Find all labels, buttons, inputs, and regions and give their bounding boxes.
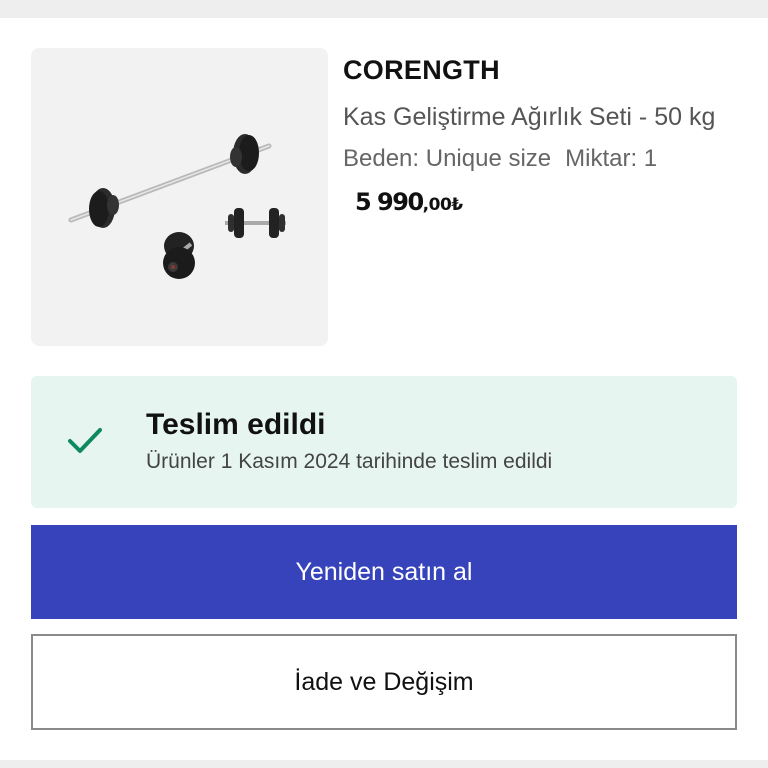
product-price: 5 990,00₺ bbox=[355, 188, 743, 216]
product-name[interactable]: Kas Geliştirme Ağırlık Seti - 50 kg bbox=[343, 96, 743, 138]
rebuy-button[interactable]: Yeniden satın al bbox=[31, 525, 737, 619]
price-cents: ,00₺ bbox=[422, 195, 463, 215]
barbell-dumbbell-set-image bbox=[68, 134, 286, 279]
return-exchange-button[interactable]: İade ve Değişim bbox=[31, 634, 737, 730]
status-title: Teslim edildi bbox=[146, 408, 326, 441]
delivery-status-panel: Teslim edildi Ürünler 1 Kasım 2024 tarih… bbox=[31, 376, 737, 508]
check-icon bbox=[68, 428, 102, 453]
product-quantity: Miktar: 1 bbox=[565, 145, 658, 172]
status-subtitle: Ürünler 1 Kasım 2024 tarihinde teslim ed… bbox=[146, 450, 553, 473]
product-size: Beden: Unique size bbox=[343, 145, 552, 172]
product-info: CORENGTH Kas Geliştirme Ağırlık Seti - 5… bbox=[343, 54, 743, 216]
product-brand: CORENGTH bbox=[343, 55, 500, 85]
order-item-card: CORENGTH Kas Geliştirme Ağırlık Seti - 5… bbox=[0, 18, 768, 760]
price-main: 5 990 bbox=[355, 188, 424, 216]
product-image[interactable] bbox=[31, 48, 328, 346]
product-meta: Beden: Unique size Miktar: 1 bbox=[343, 142, 743, 176]
product-name-text: Kas Geliştirme Ağırlık Seti - 50 kg bbox=[343, 103, 716, 131]
